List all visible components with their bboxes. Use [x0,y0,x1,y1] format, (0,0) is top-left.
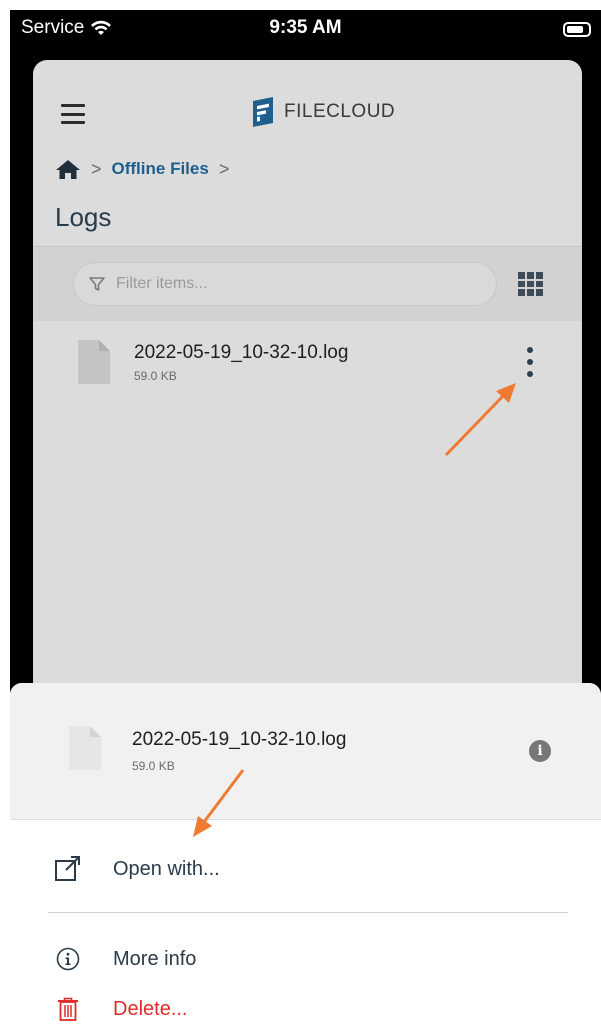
open-external-icon [54,855,82,883]
more-info-label: More info [113,947,197,970]
brand-logo: FILECLOUD [250,96,395,128]
action-sheet: 2022-05-19_10-32-10.log 59.0 KB i Open w… [10,683,601,1030]
file-name: 2022-05-19_10-32-10.log [134,342,349,363]
breadcrumb: > Offline Files > [55,158,229,180]
page-title: Logs [55,202,112,232]
filter-input[interactable]: Filter items... [73,262,497,306]
filecloud-logo-icon [253,97,273,127]
open-with-button[interactable]: Open with... [10,843,601,895]
delete-button[interactable]: Delete... [10,983,601,1030]
home-icon[interactable] [55,158,81,180]
delete-label: Delete... [113,997,188,1020]
breadcrumb-link-offline-files[interactable]: Offline Files [112,159,209,179]
filter-funnel-icon [89,277,105,291]
brand-text: FILECLOUD [284,101,396,122]
file-size: 59.0 KB [134,369,177,383]
status-time: 9:35 AM [269,17,342,38]
more-options-icon[interactable] [523,347,537,377]
action-sheet-header: 2022-05-19_10-32-10.log 59.0 KB i [10,683,601,820]
filter-bar: Filter items... [33,247,582,321]
breadcrumb-separator-icon: > [91,158,102,179]
divider [48,912,568,913]
app-header: FILECLOUD > Offline Files > Logs [33,60,582,246]
more-info-button[interactable]: More info [10,933,601,985]
file-icon [69,726,101,770]
trash-icon [54,995,82,1023]
breadcrumb-separator-icon: > [218,158,230,179]
open-with-label: Open with... [113,857,220,880]
file-icon [78,340,110,384]
info-icon [54,945,82,973]
grid-view-icon[interactable] [518,272,543,296]
battery-icon [563,22,591,37]
file-row[interactable]: 2022-05-19_10-32-10.log 59.0 KB [33,321,582,411]
info-icon[interactable]: i [529,740,551,762]
action-sheet-file-size: 59.0 KB [132,759,175,773]
filter-placeholder: Filter items... [116,275,208,292]
hamburger-menu-button[interactable] [61,104,85,124]
action-sheet-file-name: 2022-05-19_10-32-10.log [132,729,347,750]
status-bar: Service 9:35 AM [10,10,601,46]
